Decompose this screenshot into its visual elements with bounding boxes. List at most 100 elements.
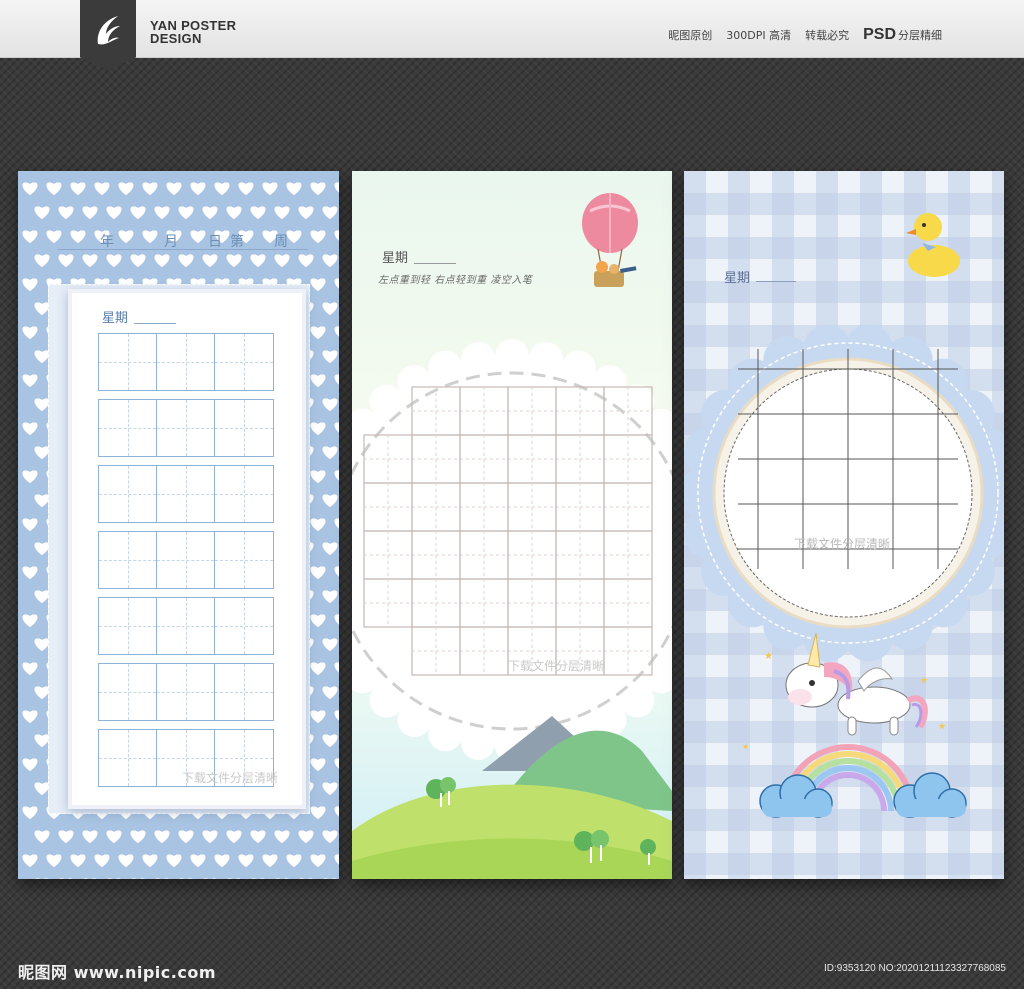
heart-shape [334, 854, 339, 865]
svg-text:★: ★ [742, 742, 749, 751]
heart-shape [334, 230, 339, 241]
heart-shape [202, 206, 218, 220]
grid-cell [215, 598, 273, 654]
weekday-underline [134, 323, 176, 324]
heart-shape [94, 182, 110, 196]
heart-shape [203, 878, 217, 879]
heart-shape [118, 854, 134, 868]
scallop-bump [561, 350, 596, 385]
heart-shape [322, 494, 338, 508]
heart-shape [310, 710, 326, 724]
heart-shape [22, 470, 38, 484]
grid-row [98, 597, 274, 655]
heart-shape [82, 830, 98, 844]
heart-shape [322, 590, 338, 604]
scallop-bump [461, 726, 496, 761]
heart-shape [22, 374, 38, 388]
grid-cell [99, 466, 157, 522]
heart-shape [58, 830, 74, 844]
grid-row [98, 663, 274, 721]
wing-logo-icon [97, 16, 120, 45]
heart-shape [202, 254, 218, 268]
heart-shape [106, 830, 122, 844]
heart-shape [178, 254, 194, 268]
heart-shape [322, 446, 338, 460]
heart-shape [310, 230, 326, 244]
nav-original: 昵图原创 [668, 29, 713, 42]
heart-shape [334, 662, 339, 673]
watermark-text: 下载文件分层清晰 [182, 771, 279, 785]
grid-cell [157, 400, 215, 456]
heart-shape [334, 614, 339, 625]
heart-shape [179, 878, 193, 879]
heart-shape [286, 182, 302, 196]
heart-shape [310, 758, 326, 772]
date-underline [58, 249, 308, 250]
heart-shape [334, 326, 339, 337]
nav-hd: 300DPI 高清 [726, 29, 792, 42]
grid-row [98, 399, 274, 457]
psd-text: 分层精细 [898, 29, 942, 42]
heart-shape [154, 206, 170, 220]
grid-cell [99, 598, 157, 654]
heart-shape [310, 326, 326, 340]
date-week-prefix-label: 第 [230, 234, 244, 250]
watermark-text: 下载文件分层清晰 [508, 659, 605, 673]
heart-shape [22, 278, 38, 292]
scalloped-circle [352, 339, 672, 763]
scallop-bump [528, 341, 563, 376]
heart-shape [22, 230, 38, 244]
scallop-bump [461, 341, 496, 376]
heart-shape [250, 830, 266, 844]
scallop-bump [620, 384, 655, 419]
weekday-label: 星期 [724, 271, 751, 286]
hot-air-balloon-icon [582, 193, 638, 287]
heart-shape [22, 518, 38, 532]
heart-shape [58, 206, 74, 220]
heart-shape [322, 398, 338, 412]
heart-shape [274, 254, 290, 268]
heart-shape [334, 710, 339, 721]
heart-shape [334, 470, 339, 481]
heart-shape [46, 854, 62, 868]
heart-shape [310, 518, 326, 532]
heart-shape [286, 854, 302, 868]
stroke-motto: 左点重到轻 右点轻到重 凌空入笔 [378, 275, 533, 286]
date-year-label: 年 [100, 234, 114, 250]
heart-shape [118, 182, 134, 196]
panel-unicorn-gingham: ★ ★ ★ ★ 星期 下载文件分层清晰 [684, 171, 1004, 879]
heart-shape [322, 734, 338, 748]
heart-shape [22, 614, 38, 628]
grid-cell [157, 664, 215, 720]
heart-shape [154, 254, 170, 268]
heart-shape [130, 206, 146, 220]
heart-shape [83, 878, 97, 879]
heart-shape [226, 254, 242, 268]
heart-shape [274, 830, 290, 844]
cloud-left-icon [759, 774, 833, 818]
grid-cell [215, 334, 273, 390]
grid-cell [99, 664, 157, 720]
heart-shape [82, 254, 98, 268]
weekday-underline [414, 263, 456, 264]
heart-shape [310, 278, 326, 292]
grid-cell [99, 532, 157, 588]
heart-shape [334, 518, 339, 529]
heart-shape [94, 854, 110, 868]
heart-shape [22, 182, 38, 196]
date-day-label: 日 [208, 234, 222, 250]
heart-shape [310, 566, 326, 580]
heart-shape [334, 374, 339, 385]
heart-shape [155, 878, 169, 879]
heart-shape [130, 254, 146, 268]
heart-shape [154, 830, 170, 844]
heart-shape [322, 206, 338, 220]
grid-cell [157, 598, 215, 654]
heart-shape [22, 854, 38, 868]
heart-shape [142, 182, 158, 196]
heart-shape [70, 182, 86, 196]
grid-cell [157, 532, 215, 588]
heart-shape [322, 638, 338, 652]
grid-cell [215, 466, 273, 522]
grid-cell [99, 730, 157, 786]
